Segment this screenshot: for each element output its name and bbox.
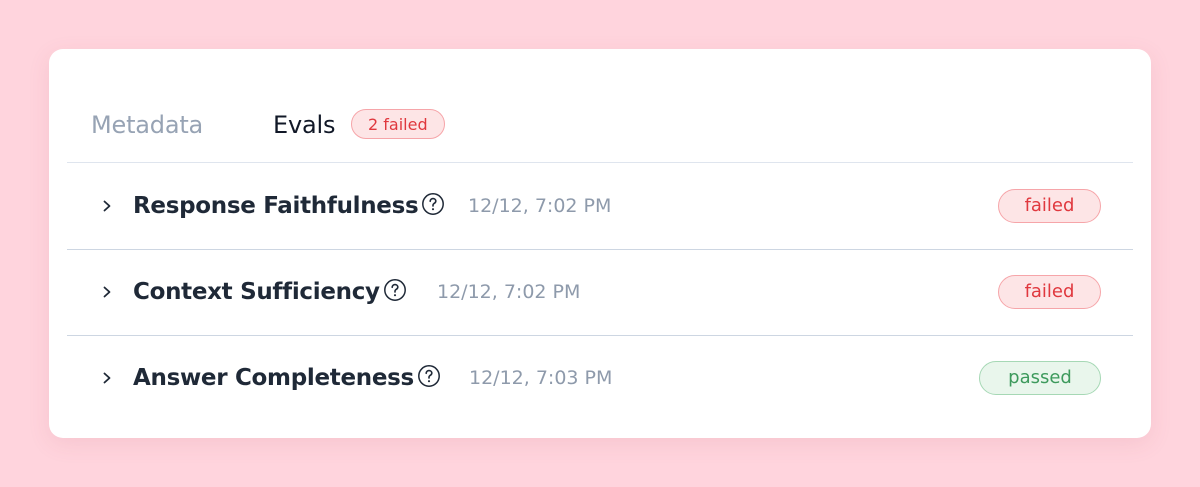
failed-count-badge: 2 failed — [351, 109, 445, 139]
chevron-right-icon[interactable] — [100, 285, 114, 299]
eval-timestamp: 12/12, 7:02 PM — [468, 195, 612, 217]
eval-name: Context Sufficiency — [133, 277, 407, 307]
eval-timestamp: 12/12, 7:02 PM — [437, 281, 581, 303]
eval-name-text: Answer Completeness — [133, 365, 414, 391]
eval-row-response-faithfulness[interactable]: Response Faithfulness 12/12, 7:02 PM fai… — [67, 163, 1133, 250]
eval-name: Answer Completeness — [133, 363, 441, 393]
tab-evals[interactable]: Evals — [273, 110, 335, 140]
eval-name-text: Response Faithfulness — [133, 193, 419, 219]
eval-name: Response Faithfulness — [133, 191, 445, 221]
evals-panel: Metadata Evals 2 failed Response Faithfu… — [49, 49, 1151, 438]
status-badge-failed: failed — [998, 189, 1101, 223]
tab-metadata[interactable]: Metadata — [91, 110, 203, 140]
eval-timestamp: 12/12, 7:03 PM — [469, 367, 613, 389]
eval-name-text: Context Sufficiency — [133, 279, 380, 305]
eval-row-context-sufficiency[interactable]: Context Sufficiency 12/12, 7:02 PM faile… — [67, 249, 1133, 336]
status-badge-passed: passed — [979, 361, 1101, 395]
question-circle-icon[interactable] — [417, 364, 441, 388]
question-circle-icon[interactable] — [383, 278, 407, 302]
question-circle-icon[interactable] — [421, 192, 445, 216]
eval-row-answer-completeness[interactable]: Answer Completeness 12/12, 7:03 PM passe… — [67, 335, 1133, 421]
chevron-right-icon[interactable] — [100, 371, 114, 385]
tab-bar: Metadata Evals 2 failed — [67, 49, 1133, 163]
chevron-right-icon[interactable] — [100, 199, 114, 213]
status-badge-failed: failed — [998, 275, 1101, 309]
